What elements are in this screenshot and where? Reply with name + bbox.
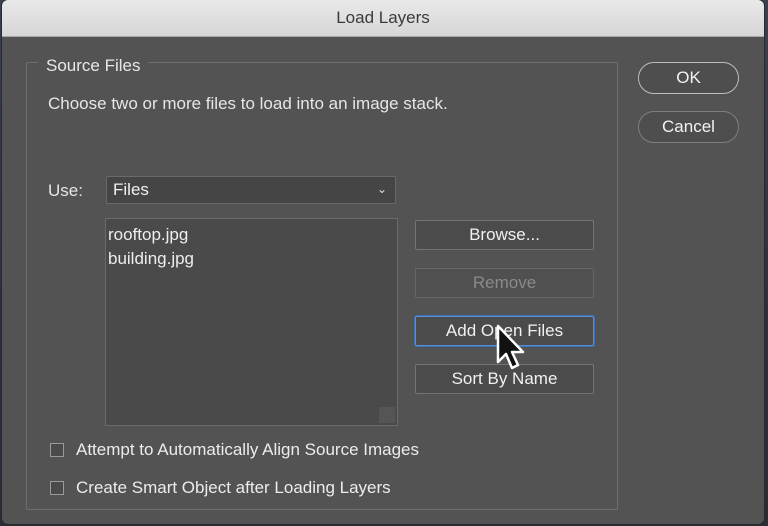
align-images-option[interactable]: Attempt to Automatically Align Source Im… (50, 440, 419, 460)
load-layers-dialog: Load Layers Source Files Choose two or m… (2, 0, 764, 524)
list-item[interactable]: rooftop.jpg (108, 223, 395, 247)
remove-button[interactable]: Remove (415, 268, 594, 298)
ok-button[interactable]: OK (638, 62, 739, 94)
resize-grip[interactable] (379, 407, 395, 423)
align-images-checkbox[interactable] (50, 443, 64, 457)
cancel-button[interactable]: Cancel (638, 111, 739, 143)
mouse-pointer-icon (496, 324, 525, 370)
source-files-legend: Source Files (38, 56, 149, 76)
list-item[interactable]: building.jpg (108, 247, 395, 271)
align-images-label[interactable]: Attempt to Automatically Align Source Im… (76, 440, 419, 460)
use-select[interactable]: Files ⌄ (106, 176, 396, 204)
smart-object-label[interactable]: Create Smart Object after Loading Layers (76, 478, 391, 498)
source-files-description: Choose two or more files to load into an… (48, 94, 448, 113)
browse-button[interactable]: Browse... (415, 220, 594, 250)
use-select-value: Files (113, 180, 149, 199)
smart-object-checkbox[interactable] (50, 481, 64, 495)
window-title: Load Layers (336, 8, 430, 27)
title-bar[interactable]: Load Layers (2, 0, 764, 37)
smart-object-option[interactable]: Create Smart Object after Loading Layers (50, 478, 391, 498)
chevron-down-icon: ⌄ (376, 182, 387, 196)
file-list[interactable]: rooftop.jpg building.jpg (105, 218, 398, 426)
use-label: Use: (48, 181, 83, 200)
